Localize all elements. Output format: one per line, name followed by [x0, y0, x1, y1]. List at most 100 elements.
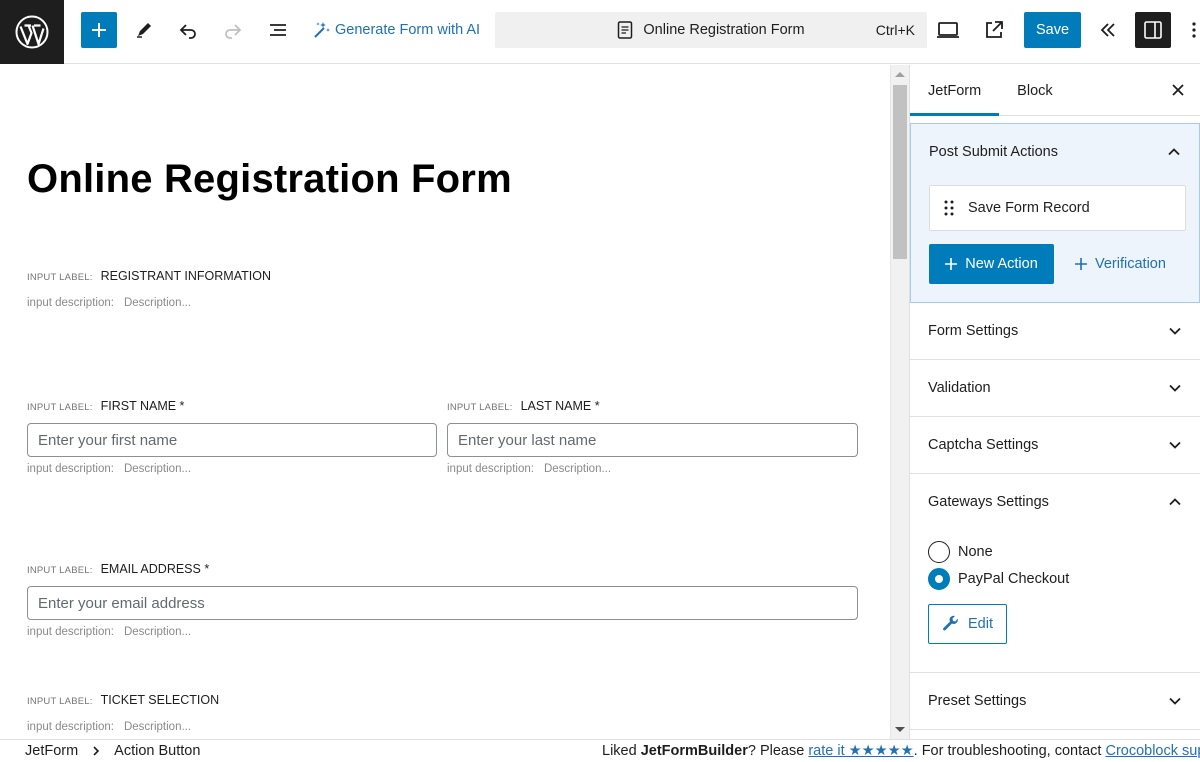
- post-submit-actions-header[interactable]: Post Submit Actions: [911, 124, 1199, 180]
- scroll-up-arrow-icon[interactable]: [895, 72, 905, 77]
- description-placeholder[interactable]: Description...: [124, 297, 191, 309]
- gateways-settings-panel[interactable]: Gateways Settings: [910, 474, 1200, 530]
- description-placeholder[interactable]: Description...: [124, 463, 191, 475]
- gateway-option-none[interactable]: None: [928, 538, 1182, 565]
- first-name-input[interactable]: Enter your first name: [27, 423, 437, 457]
- new-action-button[interactable]: New Action: [929, 244, 1054, 284]
- add-block-button[interactable]: [81, 12, 117, 48]
- document-icon: [618, 21, 633, 39]
- panel-title: Form Settings: [928, 323, 1019, 339]
- sidebar-tabs: JetForm Block: [910, 65, 1200, 116]
- verification-button[interactable]: Verification: [1075, 244, 1166, 284]
- last-name-input[interactable]: Enter your last name: [447, 423, 858, 457]
- field-label[interactable]: LAST NAME *: [521, 399, 600, 413]
- support-link[interactable]: Crocoblock supp: [1105, 743, 1200, 759]
- description-placeholder[interactable]: Description...: [544, 463, 611, 475]
- breadcrumb-item-jetform[interactable]: JetForm: [25, 743, 78, 759]
- rate-it-link[interactable]: rate it ★★★★★: [808, 743, 913, 759]
- verification-label: Verification: [1095, 256, 1166, 272]
- command-palette-bar[interactable]: Online Registration Form Ctrl+K: [495, 12, 927, 48]
- text-field-first-name[interactable]: INPUT LABEL: FIRST NAME * Enter your firs…: [27, 399, 437, 475]
- pen-icon: [137, 23, 151, 38]
- redo-button[interactable]: [215, 12, 251, 48]
- scrollbar-thumb[interactable]: [893, 85, 907, 259]
- description-prefix: input description:: [447, 463, 534, 475]
- heading-field-registrant[interactable]: INPUT LABEL: REGISTRANT INFORMATION input…: [27, 269, 271, 309]
- gateway-option-paypal[interactable]: PayPal Checkout: [928, 565, 1182, 592]
- gateways-settings-body: None PayPal Checkout Edit: [910, 530, 1200, 673]
- preset-settings-panel[interactable]: Preset Settings: [910, 673, 1200, 730]
- undo-button[interactable]: [170, 12, 206, 48]
- save-button[interactable]: Save: [1024, 12, 1081, 48]
- close-sidebar-button[interactable]: [1166, 78, 1190, 102]
- shortcut-hint: Ctrl+K: [875, 22, 915, 38]
- captcha-settings-panel[interactable]: Captcha Settings: [910, 417, 1200, 474]
- promo-mid: ? Please: [747, 743, 809, 759]
- input-label-prefix: INPUT LABEL:: [27, 402, 93, 413]
- panel-title: Gateways Settings: [928, 494, 1049, 510]
- description-placeholder[interactable]: Description...: [124, 626, 191, 638]
- canvas-scrollbar[interactable]: [890, 65, 909, 739]
- panel-title: Preset Settings: [928, 693, 1027, 709]
- validation-panel[interactable]: Validation: [910, 360, 1200, 417]
- edit-label: Edit: [968, 616, 993, 632]
- form-title[interactable]: Online Registration Form: [27, 157, 512, 202]
- chevron-up-icon: [1168, 148, 1180, 156]
- generate-form-ai-label: Generate Form with AI: [335, 22, 481, 38]
- chevron-up-icon: [1169, 498, 1181, 506]
- promo-after: . For troubleshooting, contact: [913, 743, 1106, 759]
- chevron-down-icon: [1169, 697, 1181, 705]
- promo-prefix: Liked: [602, 743, 641, 759]
- form-settings-panel[interactable]: Form Settings: [910, 303, 1200, 360]
- more-icon: [1192, 22, 1196, 38]
- tab-block[interactable]: Block: [999, 65, 1070, 116]
- action-label: Save Form Record: [968, 200, 1090, 216]
- radio-paypal[interactable]: [928, 567, 950, 590]
- tools-button[interactable]: [126, 12, 162, 48]
- chevron-down-icon: [1169, 384, 1181, 392]
- plus-icon: [945, 258, 958, 270]
- preview-button[interactable]: [930, 12, 966, 48]
- wordpress-icon[interactable]: [0, 0, 64, 64]
- select-field-ticket[interactable]: INPUT LABEL: TICKET SELECTION input descr…: [27, 693, 219, 733]
- input-label-prefix: INPUT LABEL:: [27, 696, 93, 707]
- radio-none[interactable]: [928, 540, 950, 563]
- panel-title: Post Submit Actions: [929, 144, 1058, 160]
- field-label[interactable]: REGISTRANT INFORMATION: [101, 269, 271, 283]
- field-label[interactable]: TICKET SELECTION: [101, 693, 220, 707]
- panel-title: Validation: [928, 380, 991, 396]
- plus-icon: [1075, 258, 1087, 270]
- desktop-icon: [937, 22, 959, 38]
- radio-label: PayPal Checkout: [958, 570, 1070, 587]
- email-input[interactable]: Enter your email address: [27, 586, 858, 620]
- input-label-prefix: INPUT LABEL:: [27, 565, 93, 576]
- breadcrumb: JetForm Action Button: [25, 743, 200, 759]
- settings-sidebar: JetForm Block Post Submit Actions Save F…: [909, 65, 1200, 739]
- description-placeholder[interactable]: Description...: [124, 721, 191, 733]
- description-prefix: input description:: [27, 297, 114, 309]
- tab-jetform[interactable]: JetForm: [910, 65, 999, 116]
- text-field-email[interactable]: INPUT LABEL: EMAIL ADDRESS * Enter your e…: [27, 562, 858, 638]
- external-link-icon: [986, 21, 1003, 38]
- edit-gateway-button[interactable]: Edit: [928, 604, 1007, 644]
- field-label[interactable]: EMAIL ADDRESS *: [101, 562, 210, 576]
- breadcrumb-item-action-button[interactable]: Action Button: [114, 743, 200, 759]
- description-prefix: input description:: [27, 463, 114, 475]
- scroll-down-arrow-icon[interactable]: [895, 727, 905, 732]
- wrench-icon: [943, 615, 958, 631]
- collapse-button[interactable]: [1090, 12, 1126, 48]
- redo-icon: [225, 24, 242, 39]
- view-post-button[interactable]: [976, 12, 1012, 48]
- document-overview-button[interactable]: [260, 12, 296, 48]
- text-field-last-name[interactable]: INPUT LABEL: LAST NAME * Enter your last …: [447, 399, 858, 475]
- settings-sidebar-toggle[interactable]: [1135, 12, 1171, 48]
- generate-form-ai-button[interactable]: Generate Form with AI: [311, 12, 480, 48]
- drag-handle-icon[interactable]: [944, 200, 954, 216]
- editor-toolbar: Generate Form with AI Online Registratio…: [0, 0, 1200, 64]
- action-save-form-record[interactable]: Save Form Record: [929, 185, 1186, 231]
- input-label-prefix: INPUT LABEL:: [27, 272, 93, 283]
- radio-label: None: [958, 543, 993, 560]
- field-label[interactable]: FIRST NAME *: [101, 399, 185, 413]
- description-prefix: input description:: [27, 626, 114, 638]
- options-button[interactable]: [1188, 12, 1200, 48]
